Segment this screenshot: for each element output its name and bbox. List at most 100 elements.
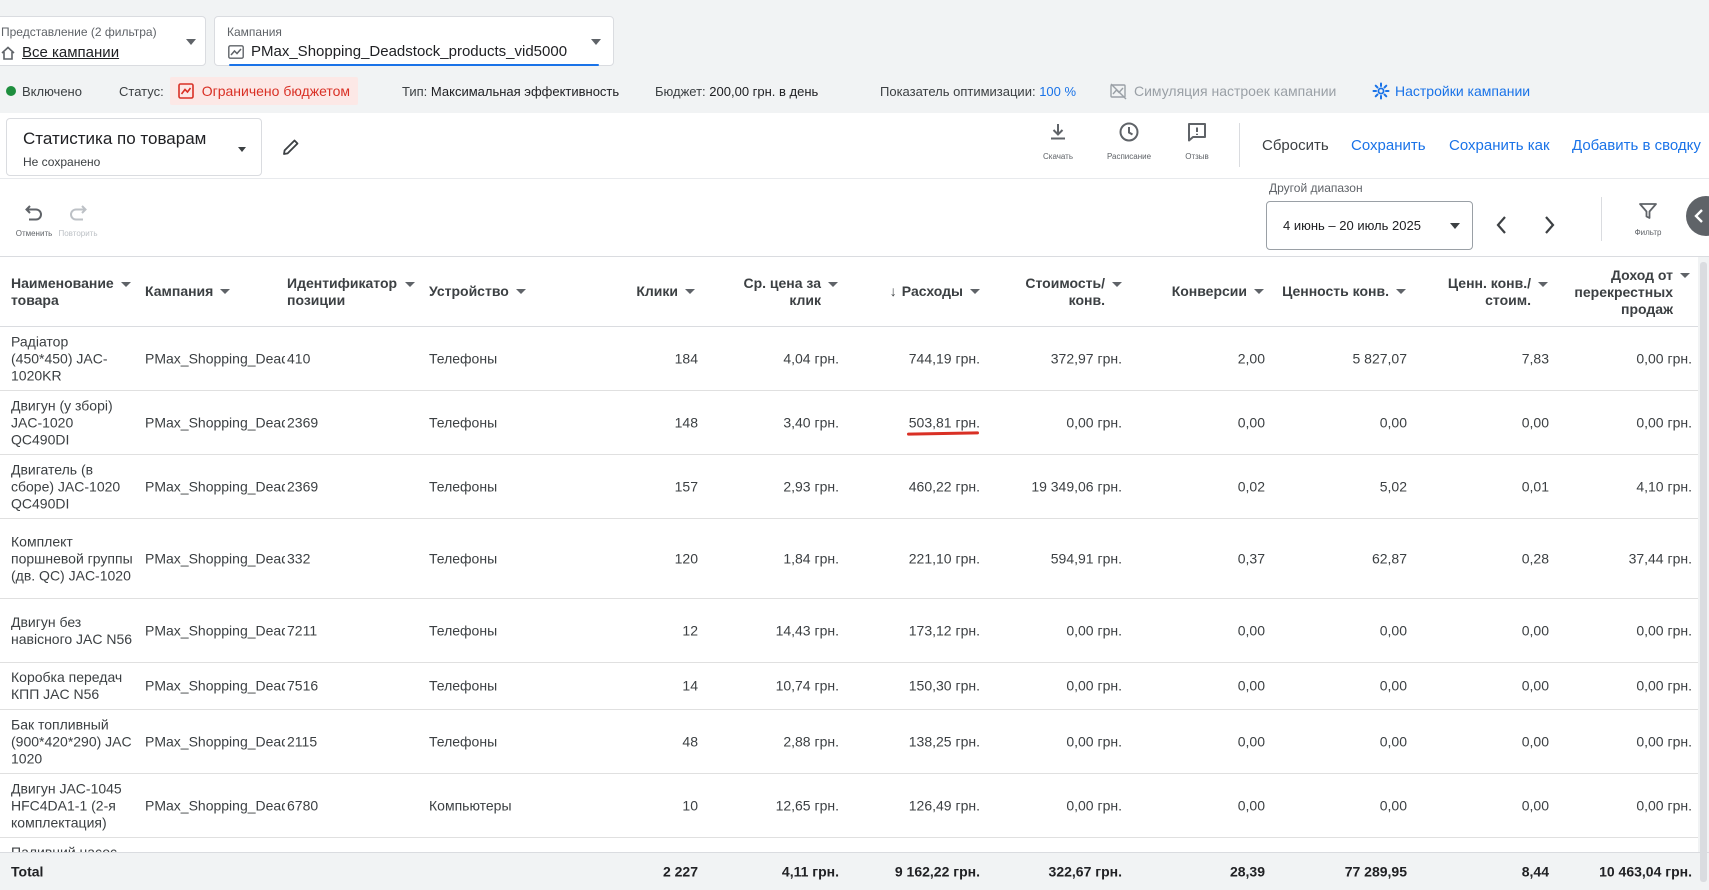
cell-product-name: Бак топливный (900*420*290) JAC 1020 bbox=[11, 716, 132, 766]
cell-product-name: Комплект поршневой группы (дв. QC) JAC-1… bbox=[11, 533, 133, 583]
google-ads-product-report: Представление (2 фильтра) Все кампании К… bbox=[0, 0, 1709, 890]
cell-value-cost: 0,00 bbox=[1521, 733, 1549, 749]
table-row[interactable]: Комплект поршневой группы (дв. QC) JAC-1… bbox=[0, 519, 1709, 599]
enabled-status-text: Включено bbox=[22, 83, 82, 99]
reset-button[interactable]: Сбросить bbox=[1262, 137, 1329, 154]
col-header-cross-sell[interactable]: Доход от перекрестных продаж bbox=[1560, 267, 1690, 318]
total-label: Total bbox=[11, 863, 44, 879]
cell-cross-sell: 0,00 грн. bbox=[1636, 622, 1692, 638]
toolbar-divider bbox=[1239, 123, 1240, 167]
filter-button[interactable]: Фильтр bbox=[1628, 201, 1668, 237]
cell-conv-value: 5 827,07 bbox=[1352, 350, 1408, 366]
cell-conversions: 0,37 bbox=[1237, 550, 1265, 566]
col-header-conversions-label: Конверсии bbox=[1171, 283, 1247, 299]
table-row[interactable]: Двигун JAC-1045 HFC4DA1-1 (2-я комплекта… bbox=[0, 774, 1709, 838]
save-button[interactable]: Сохранить bbox=[1351, 137, 1426, 154]
cell-cost: 221,10 грн. bbox=[908, 550, 980, 566]
optimization-score-link[interactable]: 100 % bbox=[1039, 84, 1076, 99]
col-header-value-cost[interactable]: Ценн. конв./ стоим. bbox=[1420, 275, 1548, 309]
chevron-down-icon bbox=[238, 147, 246, 152]
sort-caret-icon bbox=[1680, 273, 1690, 278]
schedule-button[interactable]: Расписание bbox=[1099, 121, 1159, 161]
col-header-conv-value-label: Ценность конв. bbox=[1282, 283, 1389, 299]
cell-product-name: Двигун (у зборі) JAC-1020 QC490DI bbox=[11, 397, 113, 447]
cell-avg-cpc: 10,74 грн. bbox=[775, 677, 839, 694]
sort-caret-icon bbox=[685, 289, 695, 294]
col-header-cost-conv-label: Стоимость/ конв. bbox=[1025, 275, 1105, 308]
cell-cost-conv: 19 349,06 грн. bbox=[1031, 478, 1122, 494]
add-to-summary-button[interactable]: Добавить в сводку bbox=[1572, 137, 1701, 154]
col-header-conversions[interactable]: Конверсии bbox=[1140, 283, 1264, 300]
cell-clicks: 48 bbox=[682, 733, 698, 749]
sort-caret-icon bbox=[970, 289, 980, 294]
col-header-avg-cpc[interactable]: Ср. цена за клик bbox=[720, 275, 838, 309]
table-row[interactable]: Двигун (у зборі) JAC-1020 QC490DI PMax_S… bbox=[0, 391, 1709, 455]
cell-item-id: 2115 bbox=[287, 733, 318, 749]
status-block: Статус: Ограничено бюджетом bbox=[119, 77, 359, 105]
budget-limited-badge[interactable]: Ограничено бюджетом bbox=[169, 77, 359, 105]
redo-button[interactable]: Повторить bbox=[57, 203, 99, 238]
cell-product-name: Двигун JAC-1045 HFC4DA1-1 (2-я комплекта… bbox=[11, 780, 122, 830]
col-header-cost[interactable]: ↓ Расходы bbox=[860, 283, 980, 300]
campaign-filter-value: PMax_Shopping_Deadstock_products_vid5000 bbox=[251, 43, 568, 60]
chevron-down-icon bbox=[186, 39, 196, 45]
feedback-button[interactable]: Отзыв bbox=[1167, 121, 1227, 161]
date-range-label: Другой диапазон bbox=[1269, 181, 1363, 195]
download-button[interactable]: Скачать bbox=[1028, 121, 1088, 161]
table-row[interactable]: Радіатор (450*450) JAC-1020KR PMax_Shopp… bbox=[0, 327, 1709, 391]
date-range-selector[interactable]: 4 июнь – 20 июль 2025 bbox=[1266, 201, 1473, 250]
cell-cross-sell: 0,00 грн. bbox=[1636, 733, 1692, 749]
col-header-campaign[interactable]: Кампания bbox=[145, 283, 231, 300]
table-row[interactable]: Двигатель (в сборе) JAC-1020 QC490DI PMa… bbox=[0, 455, 1709, 519]
simulation-text: Симуляция настроек кампании bbox=[1134, 83, 1337, 99]
cell-conv-value: 0,00 bbox=[1379, 622, 1407, 638]
cell-cost: 460,22 грн. bbox=[908, 478, 980, 494]
table-row[interactable]: Коробка передач КПП JAC N56 PMax_Shoppin… bbox=[0, 663, 1709, 710]
sort-caret-icon bbox=[1112, 281, 1122, 287]
simulation-disabled-icon bbox=[1110, 83, 1127, 99]
report-selector-dropdown[interactable]: Статистика по товарам Не сохранено bbox=[6, 118, 262, 176]
filter-strip: Представление (2 фильтра) Все кампании К… bbox=[0, 0, 1709, 113]
campaign-settings-text: Настройки кампании bbox=[1395, 83, 1531, 99]
table-row[interactable]: Бак топливный (900*420*290) JAC 1020 PMa… bbox=[0, 710, 1709, 774]
cell-value-cost: 0,00 bbox=[1521, 622, 1549, 638]
campaign-filter-dropdown[interactable]: Кампания PMax_Shopping_Deadstock_product… bbox=[214, 16, 614, 66]
cell-campaign: PMax_Shopping_Deadstock bbox=[145, 622, 285, 638]
col-header-campaign-label: Кампания bbox=[145, 283, 214, 299]
campaign-settings-link[interactable]: Настройки кампании bbox=[1372, 78, 1530, 104]
sort-caret-icon bbox=[220, 289, 231, 294]
report-title: Статистика по товарам bbox=[23, 129, 207, 148]
previous-period-button[interactable] bbox=[1493, 214, 1511, 236]
table-row[interactable]: Двигун без навісного JAC N56 PMax_Shoppi… bbox=[0, 599, 1709, 663]
col-header-cost-conv[interactable]: Стоимость/ конв. bbox=[1000, 275, 1122, 309]
vertical-scrollbar-thumb[interactable] bbox=[1700, 262, 1707, 882]
cell-cost: 173,12 грн. bbox=[908, 622, 980, 638]
cell-cross-sell: 37,44 грн. bbox=[1628, 550, 1692, 566]
col-header-name[interactable]: Наименование товара bbox=[11, 275, 131, 309]
col-header-name-label: Наименование товара bbox=[11, 275, 114, 308]
undo-button[interactable]: Отменить bbox=[13, 203, 55, 238]
sort-caret-icon bbox=[1538, 281, 1548, 287]
total-avg-cpc: 4,11 грн. bbox=[781, 863, 839, 879]
col-header-item-id[interactable]: Идентификатор позиции bbox=[287, 275, 415, 309]
table-row-partial[interactable]: Паливний насос bbox=[0, 838, 1709, 852]
chevron-down-icon bbox=[1450, 223, 1460, 229]
col-header-cross-sell-label: Доход от перекрестных продаж bbox=[1574, 267, 1673, 317]
col-header-clicks[interactable]: Клики bbox=[580, 283, 695, 300]
cell-conversions: 0,00 bbox=[1237, 677, 1265, 694]
edit-pencil-icon[interactable] bbox=[281, 137, 301, 157]
col-header-conv-value[interactable]: Ценность конв. bbox=[1270, 283, 1406, 300]
clock-icon bbox=[1119, 122, 1139, 142]
cell-avg-cpc: 1,84 грн. bbox=[783, 550, 839, 566]
budget-limited-text: Ограничено бюджетом bbox=[201, 83, 351, 99]
next-period-button[interactable] bbox=[1540, 214, 1558, 236]
cell-value-cost: 0,28 bbox=[1521, 550, 1549, 566]
cell-avg-cpc: 14,43 грн. bbox=[775, 622, 839, 638]
filter-icon bbox=[1639, 203, 1657, 219]
cell-clicks: 184 bbox=[674, 350, 698, 366]
save-as-button[interactable]: Сохранить как bbox=[1449, 137, 1550, 154]
cell-conversions: 0,00 bbox=[1237, 797, 1265, 813]
report-toolbar: Статистика по товарам Не сохранено Скача… bbox=[0, 113, 1709, 179]
view-filter-dropdown[interactable]: Представление (2 фильтра) Все кампании bbox=[0, 16, 206, 66]
col-header-device[interactable]: Устройство bbox=[429, 283, 526, 300]
